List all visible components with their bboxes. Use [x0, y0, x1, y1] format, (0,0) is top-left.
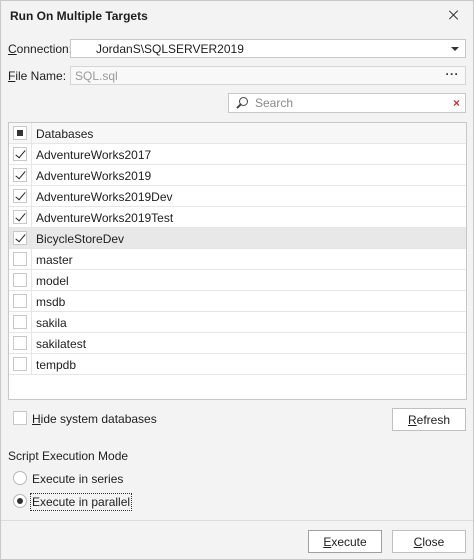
database-row[interactable]: AdventureWorks2019Test [9, 207, 466, 228]
column-divider [31, 186, 32, 206]
database-row[interactable]: model [9, 270, 466, 291]
database-row[interactable]: sakila [9, 312, 466, 333]
hide-system-databases-checkbox[interactable] [13, 411, 27, 425]
column-divider [31, 333, 32, 353]
database-name: sakila [36, 316, 67, 330]
script-execution-mode-title: Script Execution Mode [8, 449, 129, 463]
database-checkbox[interactable] [13, 294, 27, 308]
databases-list[interactable]: Databases AdventureWorks2017 AdventureWor… [8, 122, 467, 400]
database-row[interactable]: AdventureWorks2017 [9, 144, 466, 165]
execute-in-series-label: Execute in series [32, 472, 124, 486]
database-name: AdventureWorks2019 [36, 169, 152, 183]
footer-divider [1, 520, 473, 521]
database-name: sakilatest [36, 337, 87, 351]
column-divider [31, 291, 32, 311]
execute-in-series-radio[interactable] [13, 471, 27, 485]
database-name: AdventureWorks2019Test [36, 211, 174, 225]
databases-column-header: Databases [36, 127, 94, 141]
database-row[interactable]: msdb [9, 291, 466, 312]
column-divider [31, 249, 32, 269]
list-header: Databases [9, 123, 466, 144]
database-checkbox[interactable] [13, 357, 27, 371]
database-row[interactable]: sakilatest [9, 333, 466, 354]
database-checkbox[interactable] [13, 336, 27, 350]
database-checkbox[interactable] [13, 189, 27, 203]
database-row[interactable]: master [9, 249, 466, 270]
file-name-field[interactable]: SQL.sql ··· [70, 66, 466, 85]
database-name: msdb [36, 295, 66, 309]
database-name: AdventureWorks2017 [36, 148, 152, 162]
column-divider [31, 354, 32, 374]
close-icon[interactable] [445, 6, 463, 24]
database-checkbox[interactable] [13, 273, 27, 287]
execute-in-parallel-radio[interactable] [13, 494, 27, 508]
connection-combo[interactable]: JordanS\SQLSERVER2019 [70, 39, 466, 58]
column-divider [31, 165, 32, 185]
database-name: master [36, 253, 73, 267]
database-row[interactable]: AdventureWorks2019Dev [9, 186, 466, 207]
hide-system-databases-label: Hide system databases [32, 412, 157, 426]
database-row[interactable]: BicycleStoreDev [9, 228, 466, 249]
database-checkbox[interactable] [13, 252, 27, 266]
database-name: AdventureWorks2019Dev [36, 190, 173, 204]
database-checkbox[interactable] [13, 147, 27, 161]
title-bar: Run On Multiple Targets [1, 1, 473, 31]
database-name: model [36, 274, 69, 288]
dialog-title: Run On Multiple Targets [10, 9, 148, 23]
column-divider [31, 228, 32, 248]
run-on-multiple-targets-dialog: Run On Multiple Targets Connection: Jord… [0, 0, 474, 560]
column-divider [31, 270, 32, 290]
column-divider [31, 312, 32, 332]
database-row[interactable]: AdventureWorks2019 [9, 165, 466, 186]
file-name-value: SQL.sql [75, 69, 118, 83]
file-name-label: File Name: [8, 69, 67, 83]
database-checkbox[interactable] [13, 315, 27, 329]
execute-button[interactable]: Execute [308, 530, 382, 553]
select-all-checkbox[interactable] [13, 126, 27, 140]
connection-label: Connection: [8, 42, 73, 56]
column-divider [31, 144, 32, 164]
chevron-down-icon[interactable] [451, 47, 459, 51]
column-divider [31, 207, 32, 227]
search-box[interactable]: × [228, 93, 466, 113]
database-name: tempdb [36, 358, 77, 372]
database-name: BicycleStoreDev [36, 232, 125, 246]
execute-in-parallel-label: Execute in parallel [29, 493, 133, 511]
search-input[interactable] [253, 95, 443, 111]
column-divider [31, 123, 32, 143]
close-button[interactable]: Close [392, 530, 466, 553]
database-checkbox[interactable] [13, 231, 27, 245]
search-icon [235, 96, 249, 110]
database-checkbox[interactable] [13, 168, 27, 182]
database-checkbox[interactable] [13, 210, 27, 224]
browse-ellipsis-icon[interactable]: ··· [446, 67, 460, 81]
refresh-button[interactable]: Refresh [392, 408, 466, 431]
database-row[interactable]: tempdb [9, 354, 466, 375]
connection-value: JordanS\SQLSERVER2019 [96, 42, 244, 56]
clear-search-icon[interactable]: × [453, 96, 460, 110]
